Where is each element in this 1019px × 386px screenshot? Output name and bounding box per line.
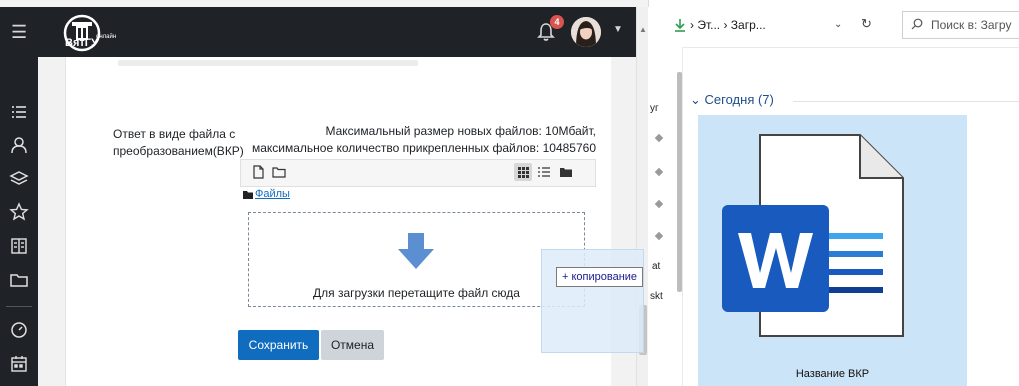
book-icon[interactable] (9, 236, 29, 256)
scroll-up-arrow-icon[interactable]: ▲ (639, 25, 647, 34)
explorer-search-box[interactable]: Поиск в: Загру (902, 11, 1019, 39)
dropzone-text: Для загрузки перетащите файл сюда (313, 286, 520, 300)
file-limits-info: Максимальный размер новых файлов: 10Мбай… (251, 124, 596, 155)
dashboard-icon[interactable] (9, 320, 29, 340)
logo-small-text: онлайн (96, 34, 117, 40)
group-header-label: Сегодня (7) (704, 92, 774, 107)
refresh-icon[interactable]: ↻ (861, 16, 872, 32)
drawer-divider (6, 306, 32, 307)
explorer-breadcrumb[interactable]: › Эт... › Загр... (690, 18, 766, 32)
file-field-label: Ответ в виде файла с преобразованием(ВКР… (113, 127, 244, 158)
view-list-icon[interactable] (535, 163, 553, 181)
group-divider (793, 101, 1019, 102)
file-name-label: Название ВКР (795, 368, 870, 380)
drag-ghost-preview (541, 249, 644, 353)
user-photo-icon (571, 17, 601, 47)
top-navbar: ☰ ВятГУ онлайн 4 ▼ (0, 7, 636, 57)
drag-copy-tooltip: + копирование (556, 267, 644, 287)
arrow-down-icon (398, 233, 434, 269)
filepicker-path: Файлы (240, 186, 594, 204)
pin-icon (654, 133, 664, 143)
files-folder-link[interactable]: Файлы (255, 188, 290, 200)
word-document-icon (722, 134, 904, 337)
view-icons-icon[interactable] (514, 163, 532, 181)
star-icon[interactable] (9, 202, 29, 222)
chevron-down-icon[interactable]: ⌄ (834, 19, 842, 30)
file-tile-word[interactable]: Название ВКР (698, 115, 967, 386)
cancel-button[interactable]: Отмена (321, 330, 384, 360)
logo-text: ВятГУ (65, 37, 98, 49)
view-tree-folder-icon[interactable] (557, 163, 575, 181)
search-placeholder: Поиск в: Загру (931, 18, 1012, 32)
nav-item-fragment[interactable]: at (652, 261, 660, 272)
nav-item-fragment[interactable]: skt (650, 291, 663, 302)
pin-icon (654, 199, 664, 209)
nav-item-fragment[interactable]: уг (650, 103, 659, 114)
previous-text-line (118, 60, 418, 66)
nav-pane-scrollbar[interactable] (677, 72, 682, 292)
group-header-today[interactable]: ⌄ Сегодня (7) (690, 92, 774, 108)
pin-icon (654, 231, 664, 241)
left-nav-drawer (0, 57, 38, 386)
user-avatar[interactable] (571, 17, 601, 47)
site-logo[interactable]: ВятГУ онлайн (62, 13, 118, 53)
layers-icon[interactable] (9, 169, 29, 189)
filepicker-toolbar (240, 159, 596, 187)
chevron-down-icon: ⌄ (690, 92, 701, 107)
notification-badge: 4 (550, 15, 564, 29)
add-file-icon[interactable] (249, 163, 267, 181)
file-dropzone[interactable]: Для загрузки перетащите файл сюда (248, 212, 585, 307)
create-folder-icon[interactable] (270, 163, 288, 181)
folder-icon (243, 191, 253, 199)
caret-down-icon[interactable]: ▼ (613, 24, 623, 35)
graduation-icon[interactable] (9, 135, 29, 155)
search-icon (911, 18, 923, 30)
pin-icon (654, 167, 664, 177)
menu-icon[interactable]: ☰ (11, 23, 27, 41)
download-arrow-icon (675, 19, 685, 32)
save-button[interactable]: Сохранить (238, 330, 319, 360)
folder-icon[interactable] (9, 270, 29, 290)
calendar-icon[interactable] (9, 354, 29, 374)
list-icon[interactable] (9, 102, 29, 122)
